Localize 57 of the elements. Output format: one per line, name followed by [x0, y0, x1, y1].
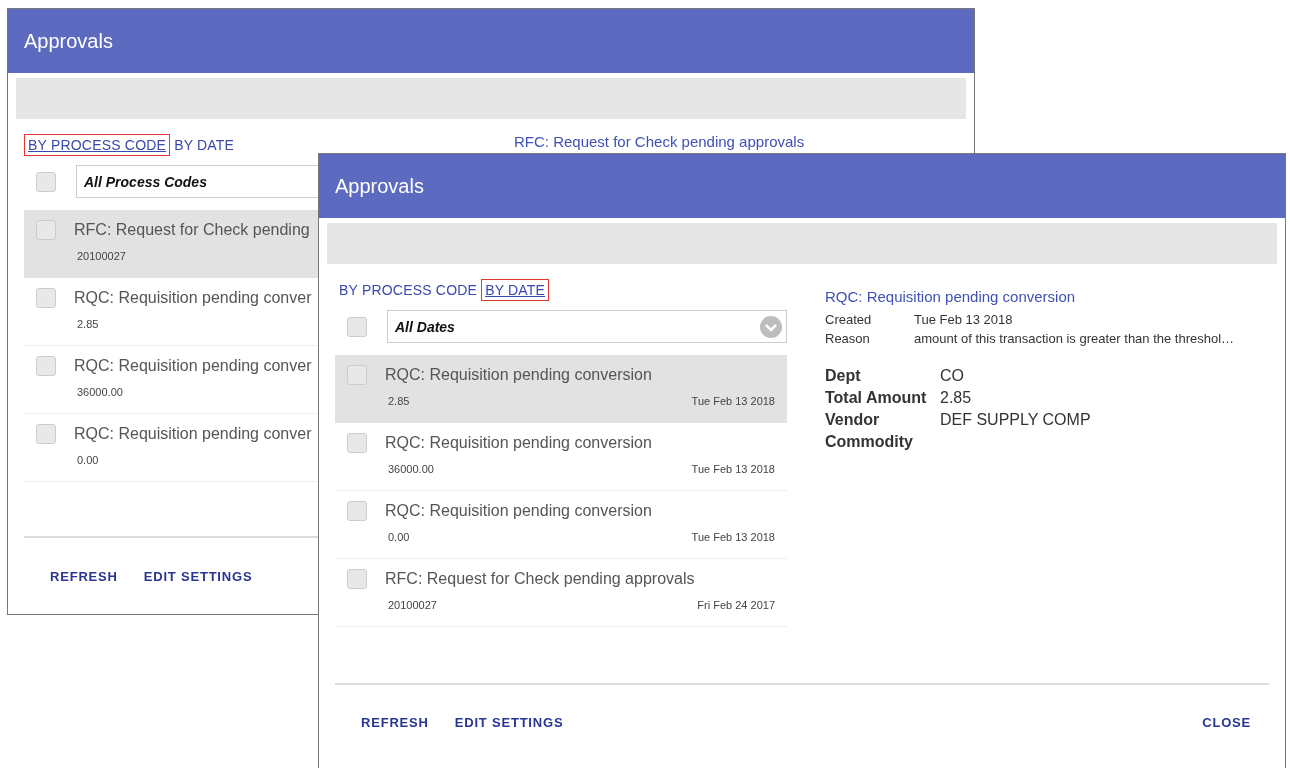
- list-item[interactable]: RQC: Requisition pending conversion 2.85 Tue Feb 13 2018: [335, 355, 787, 423]
- window-title: Approvals: [24, 29, 113, 53]
- field-label: Commodity: [825, 432, 914, 452]
- list-item[interactable]: RFC: Request for Check pending approvals 20100027 Fri Feb 24 2017: [335, 559, 787, 627]
- field-label: Total Amount: [825, 388, 928, 408]
- item-amount: 36000.00: [388, 463, 434, 475]
- close-button[interactable]: CLOSE: [1202, 713, 1251, 732]
- window-title: Approvals: [335, 174, 424, 198]
- tab[interactable]: BY PROCESS CODE: [24, 134, 171, 156]
- checkbox[interactable]: [36, 171, 56, 192]
- field-label: Created: [825, 311, 873, 329]
- checkbox[interactable]: [347, 569, 367, 589]
- item-date: Tue Feb 13 2018: [691, 463, 775, 475]
- item-amount: 36000.00: [77, 386, 123, 398]
- checkbox[interactable]: [347, 316, 367, 337]
- list-item[interactable]: RQC: Requisition pending conversion 36000.00 Tue Feb 13 2018: [335, 423, 787, 491]
- item-title: RQC: Requisition pending conver: [74, 289, 312, 307]
- item-amount: 0.00: [77, 454, 99, 466]
- checkbox[interactable]: [36, 424, 56, 444]
- field-value: 2.85: [940, 388, 973, 408]
- detail-heading: RFC: Request for Check pending approvals: [514, 133, 806, 150]
- item-amount: 20100027: [77, 250, 126, 262]
- item-date: Tue Feb 13 2018: [691, 395, 775, 407]
- field-value: amount of this transaction is greater than the threshol…: [914, 330, 1236, 348]
- item-amount: 20100027: [388, 599, 437, 611]
- item-title: RQC: Requisition pending conver: [74, 425, 312, 443]
- footer-button[interactable]: EDIT SETTINGS: [143, 566, 253, 586]
- item-title: RQC: Requisition pending conver: [74, 357, 312, 375]
- checkbox[interactable]: [347, 501, 367, 521]
- item-amount: 0.00: [388, 531, 410, 543]
- tab[interactable]: BY DATE: [170, 134, 239, 156]
- field-label: Dept: [825, 366, 862, 386]
- item-title: RQC: Requisition pending conversion: [385, 502, 652, 520]
- footer-button[interactable]: REFRESH: [50, 566, 118, 586]
- checkbox[interactable]: [347, 433, 367, 453]
- field-label: Vendor: [825, 410, 881, 430]
- checkbox[interactable]: [36, 288, 56, 308]
- tab[interactable]: BY DATE: [481, 279, 550, 301]
- checkbox[interactable]: [36, 356, 56, 376]
- field-value: Tue Feb 13 2018: [914, 311, 1014, 329]
- field-value: DEF SUPPLY COMP: [940, 410, 1092, 430]
- checkbox[interactable]: [347, 365, 367, 385]
- list-item[interactable]: RQC: Requisition pending conversion 0.00 Tue Feb 13 2018: [335, 491, 787, 559]
- checkbox[interactable]: [36, 220, 56, 240]
- item-amount: 2.85: [388, 395, 410, 407]
- chevron-down-icon: [760, 315, 782, 338]
- detail-heading: RQC: Requisition pending conversion: [825, 288, 1077, 305]
- item-date: Tue Feb 13 2018: [691, 531, 775, 543]
- filter-dropdown[interactable]: All Dates: [387, 310, 787, 343]
- item-date: Fri Feb 24 2017: [697, 599, 775, 611]
- footer-button[interactable]: REFRESH: [361, 713, 429, 732]
- footer-button[interactable]: EDIT SETTINGS: [454, 713, 564, 732]
- item-title: RFC: Request for Check pending approvals: [385, 570, 695, 588]
- item-title: RFC: Request for Check pending: [74, 221, 310, 239]
- field-value: CO: [940, 366, 965, 386]
- item-amount: 2.85: [77, 318, 99, 330]
- field-label: Reason: [825, 330, 871, 348]
